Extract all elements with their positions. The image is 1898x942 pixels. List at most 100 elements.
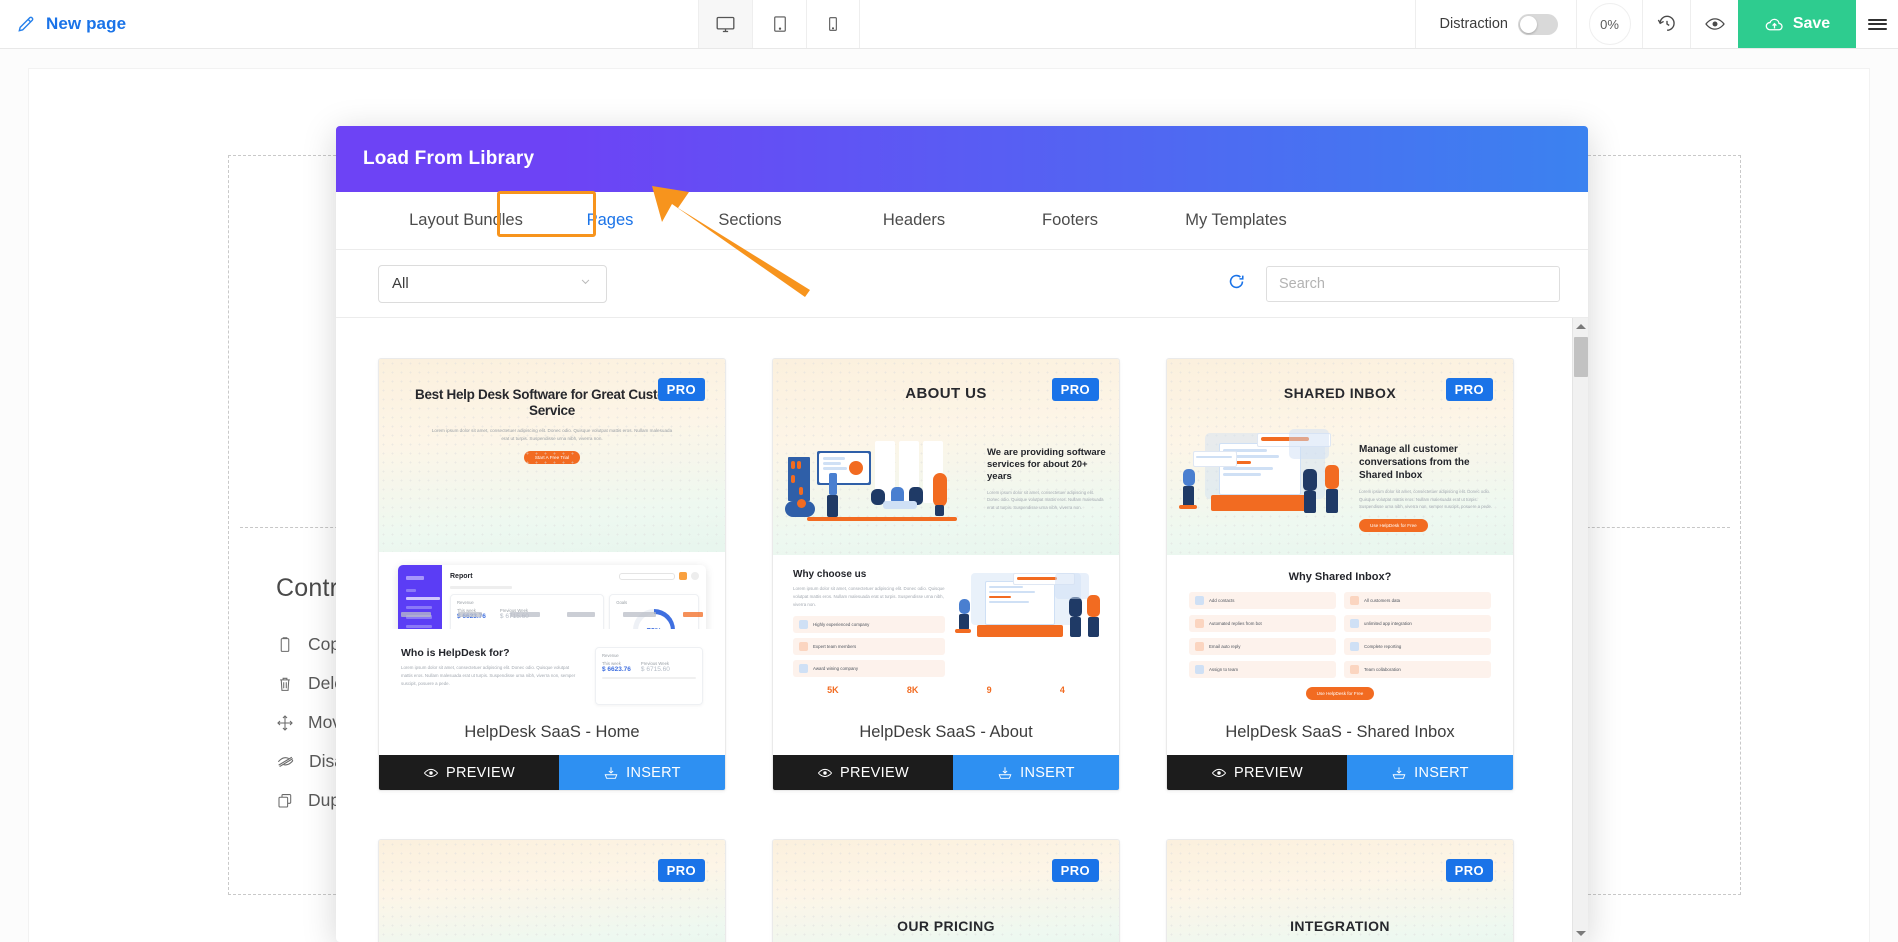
mini-lower-cta: Use HelpDesk for Free [1305, 687, 1375, 700]
feature-label: unlimited app integration [1364, 621, 1412, 626]
move-arrows-icon [277, 714, 293, 731]
copy-icon [280, 636, 290, 652]
mini-lower-title: Why choose us [793, 569, 867, 580]
scroll-down-arrow-icon[interactable] [1573, 925, 1588, 942]
mini-goals-label: Goals [616, 600, 628, 605]
insert-button[interactable]: INSERT [558, 755, 725, 790]
mini-lower-text: Lorem ipsum dolor sit amet, consectetuer… [401, 665, 576, 686]
template-card[interactable]: PRO ABOUT US We are providing software s… [772, 358, 1120, 791]
insert-label: INSERT [626, 764, 681, 781]
preview-label: PREVIEW [445, 764, 515, 781]
template-card[interactable]: PRO Best Help Desk Software for Great Cu… [378, 358, 726, 791]
feature-label: Add contacts [1209, 598, 1235, 603]
mini-lower-text: Lorem ipsum dolor sit amet, consectetuer… [793, 586, 945, 607]
hamburger-menu-icon[interactable] [1856, 0, 1898, 48]
save-button[interactable]: Save [1738, 0, 1856, 48]
scroll-up-arrow-icon[interactable] [1573, 318, 1588, 335]
feature-icon [1195, 619, 1204, 628]
feature-chip: All customers data [1344, 592, 1491, 609]
feature-chip: Email auto reply [1189, 638, 1336, 655]
insert-label: INSERT [1414, 764, 1469, 781]
template-card[interactable]: PRO SHARED INBOX Manage all customer con… [1166, 358, 1514, 791]
feature-chip: Highly experienced company [793, 615, 945, 633]
feature-label: Award wining company [813, 665, 859, 671]
preview-button[interactable]: PREVIEW [1167, 755, 1347, 790]
feature-label: Automated replies from bot [1209, 621, 1262, 626]
modal-vertical-scrollbar[interactable] [1572, 318, 1588, 942]
cloud-upload-icon [1765, 18, 1783, 30]
preview-button[interactable]: PREVIEW [773, 755, 953, 790]
template-card[interactable]: PRO INTEGRATION [1166, 839, 1514, 942]
feature-label: All customers data [1364, 598, 1401, 603]
template-preview-thumbnail: PRO Best Help Desk Software for Great Cu… [379, 359, 725, 709]
feature-chip: Team collaboration [1344, 661, 1491, 678]
tab-layout-bundles[interactable]: Layout Bundles [378, 202, 554, 239]
mini-lower-revenue-label: Revenue [602, 653, 619, 658]
insert-button[interactable]: INSERT [952, 755, 1119, 790]
toolbar-right-group: Distraction 0% Save [1414, 0, 1898, 48]
device-desktop-button[interactable] [698, 0, 752, 48]
pencil-icon [16, 14, 36, 34]
feature-chip: Award wining company [793, 659, 945, 677]
template-name: HelpDesk SaaS - About [773, 709, 1119, 755]
eye-icon [817, 768, 833, 777]
refresh-icon[interactable] [1227, 272, 1246, 296]
tab-pages[interactable]: Pages [554, 202, 666, 239]
feature-chip: Assign to team [1189, 661, 1336, 678]
feature-icon [1195, 596, 1204, 605]
distraction-control[interactable]: Distraction [1414, 0, 1577, 48]
modal-title: Load From Library [363, 148, 535, 169]
chevron-down-icon [578, 274, 593, 293]
feature-label: Expert team members [813, 643, 857, 649]
preview-button[interactable]: PREVIEW [379, 755, 559, 790]
eye-slash-icon [277, 756, 294, 768]
scrollbar-thumb[interactable] [1574, 337, 1588, 377]
distraction-toggle[interactable] [1518, 13, 1558, 35]
filter-bar: All [336, 250, 1588, 318]
page-title: New page [46, 14, 127, 33]
template-card[interactable]: PRO [378, 839, 726, 942]
tab-my-templates[interactable]: My Templates [1146, 202, 1326, 239]
eye-icon [1211, 768, 1227, 777]
feature-label: Team collaboration [1364, 667, 1401, 672]
category-filter-select[interactable]: All [378, 264, 607, 303]
feature-icon [1350, 642, 1359, 651]
tab-headers[interactable]: Headers [834, 202, 994, 239]
eye-icon [423, 768, 439, 777]
tab-footers[interactable]: Footers [994, 202, 1146, 239]
feature-icon [1350, 596, 1359, 605]
mini-lower-title: Why Shared Inbox? [1288, 571, 1392, 583]
eye-preview-icon[interactable] [1690, 0, 1738, 48]
feature-icon [1350, 619, 1359, 628]
pro-badge: PRO [657, 378, 705, 401]
preview-label: PREVIEW [1233, 764, 1303, 781]
template-name: HelpDesk SaaS - Shared Inbox [1167, 709, 1513, 755]
history-revert-icon[interactable] [1642, 0, 1690, 48]
feature-icon [1195, 642, 1204, 651]
mini-revenue-label: Revenue [457, 600, 474, 605]
device-mobile-button[interactable] [806, 0, 860, 48]
template-card[interactable]: PRO OUR PRICING [772, 839, 1120, 942]
feature-icon [1350, 665, 1359, 674]
device-tablet-button[interactable] [752, 0, 806, 48]
mini-section-title: Manage all customer conversations from t… [1359, 444, 1470, 481]
feature-label: Highly experienced company [813, 621, 870, 627]
feature-icon [799, 641, 808, 651]
pro-badge: PRO [1445, 378, 1493, 401]
template-grid: PRO Best Help Desk Software for Great Cu… [378, 358, 1572, 942]
page-title-area[interactable]: New page [0, 0, 698, 48]
zoom-level-value: 0% [1588, 3, 1631, 45]
pro-badge: PRO [1445, 859, 1493, 882]
top-toolbar: New page Distraction 0% Save [0, 0, 1898, 49]
insert-button[interactable]: INSERT [1346, 755, 1513, 790]
preview-label: PREVIEW [839, 764, 909, 781]
zoom-level-button[interactable]: 0% [1576, 0, 1642, 48]
search-input[interactable] [1266, 265, 1560, 302]
modal-tabs: Layout Bundles Pages Sections Headers Fo… [336, 191, 1588, 250]
mini-dashboard-title: Report [450, 572, 473, 580]
feature-chip: Add contacts [1189, 592, 1336, 609]
feature-label: Complete reporting [1364, 644, 1402, 649]
feature-chip: Automated replies from bot [1189, 615, 1336, 632]
device-switcher [698, 0, 860, 48]
tab-sections[interactable]: Sections [666, 202, 834, 239]
